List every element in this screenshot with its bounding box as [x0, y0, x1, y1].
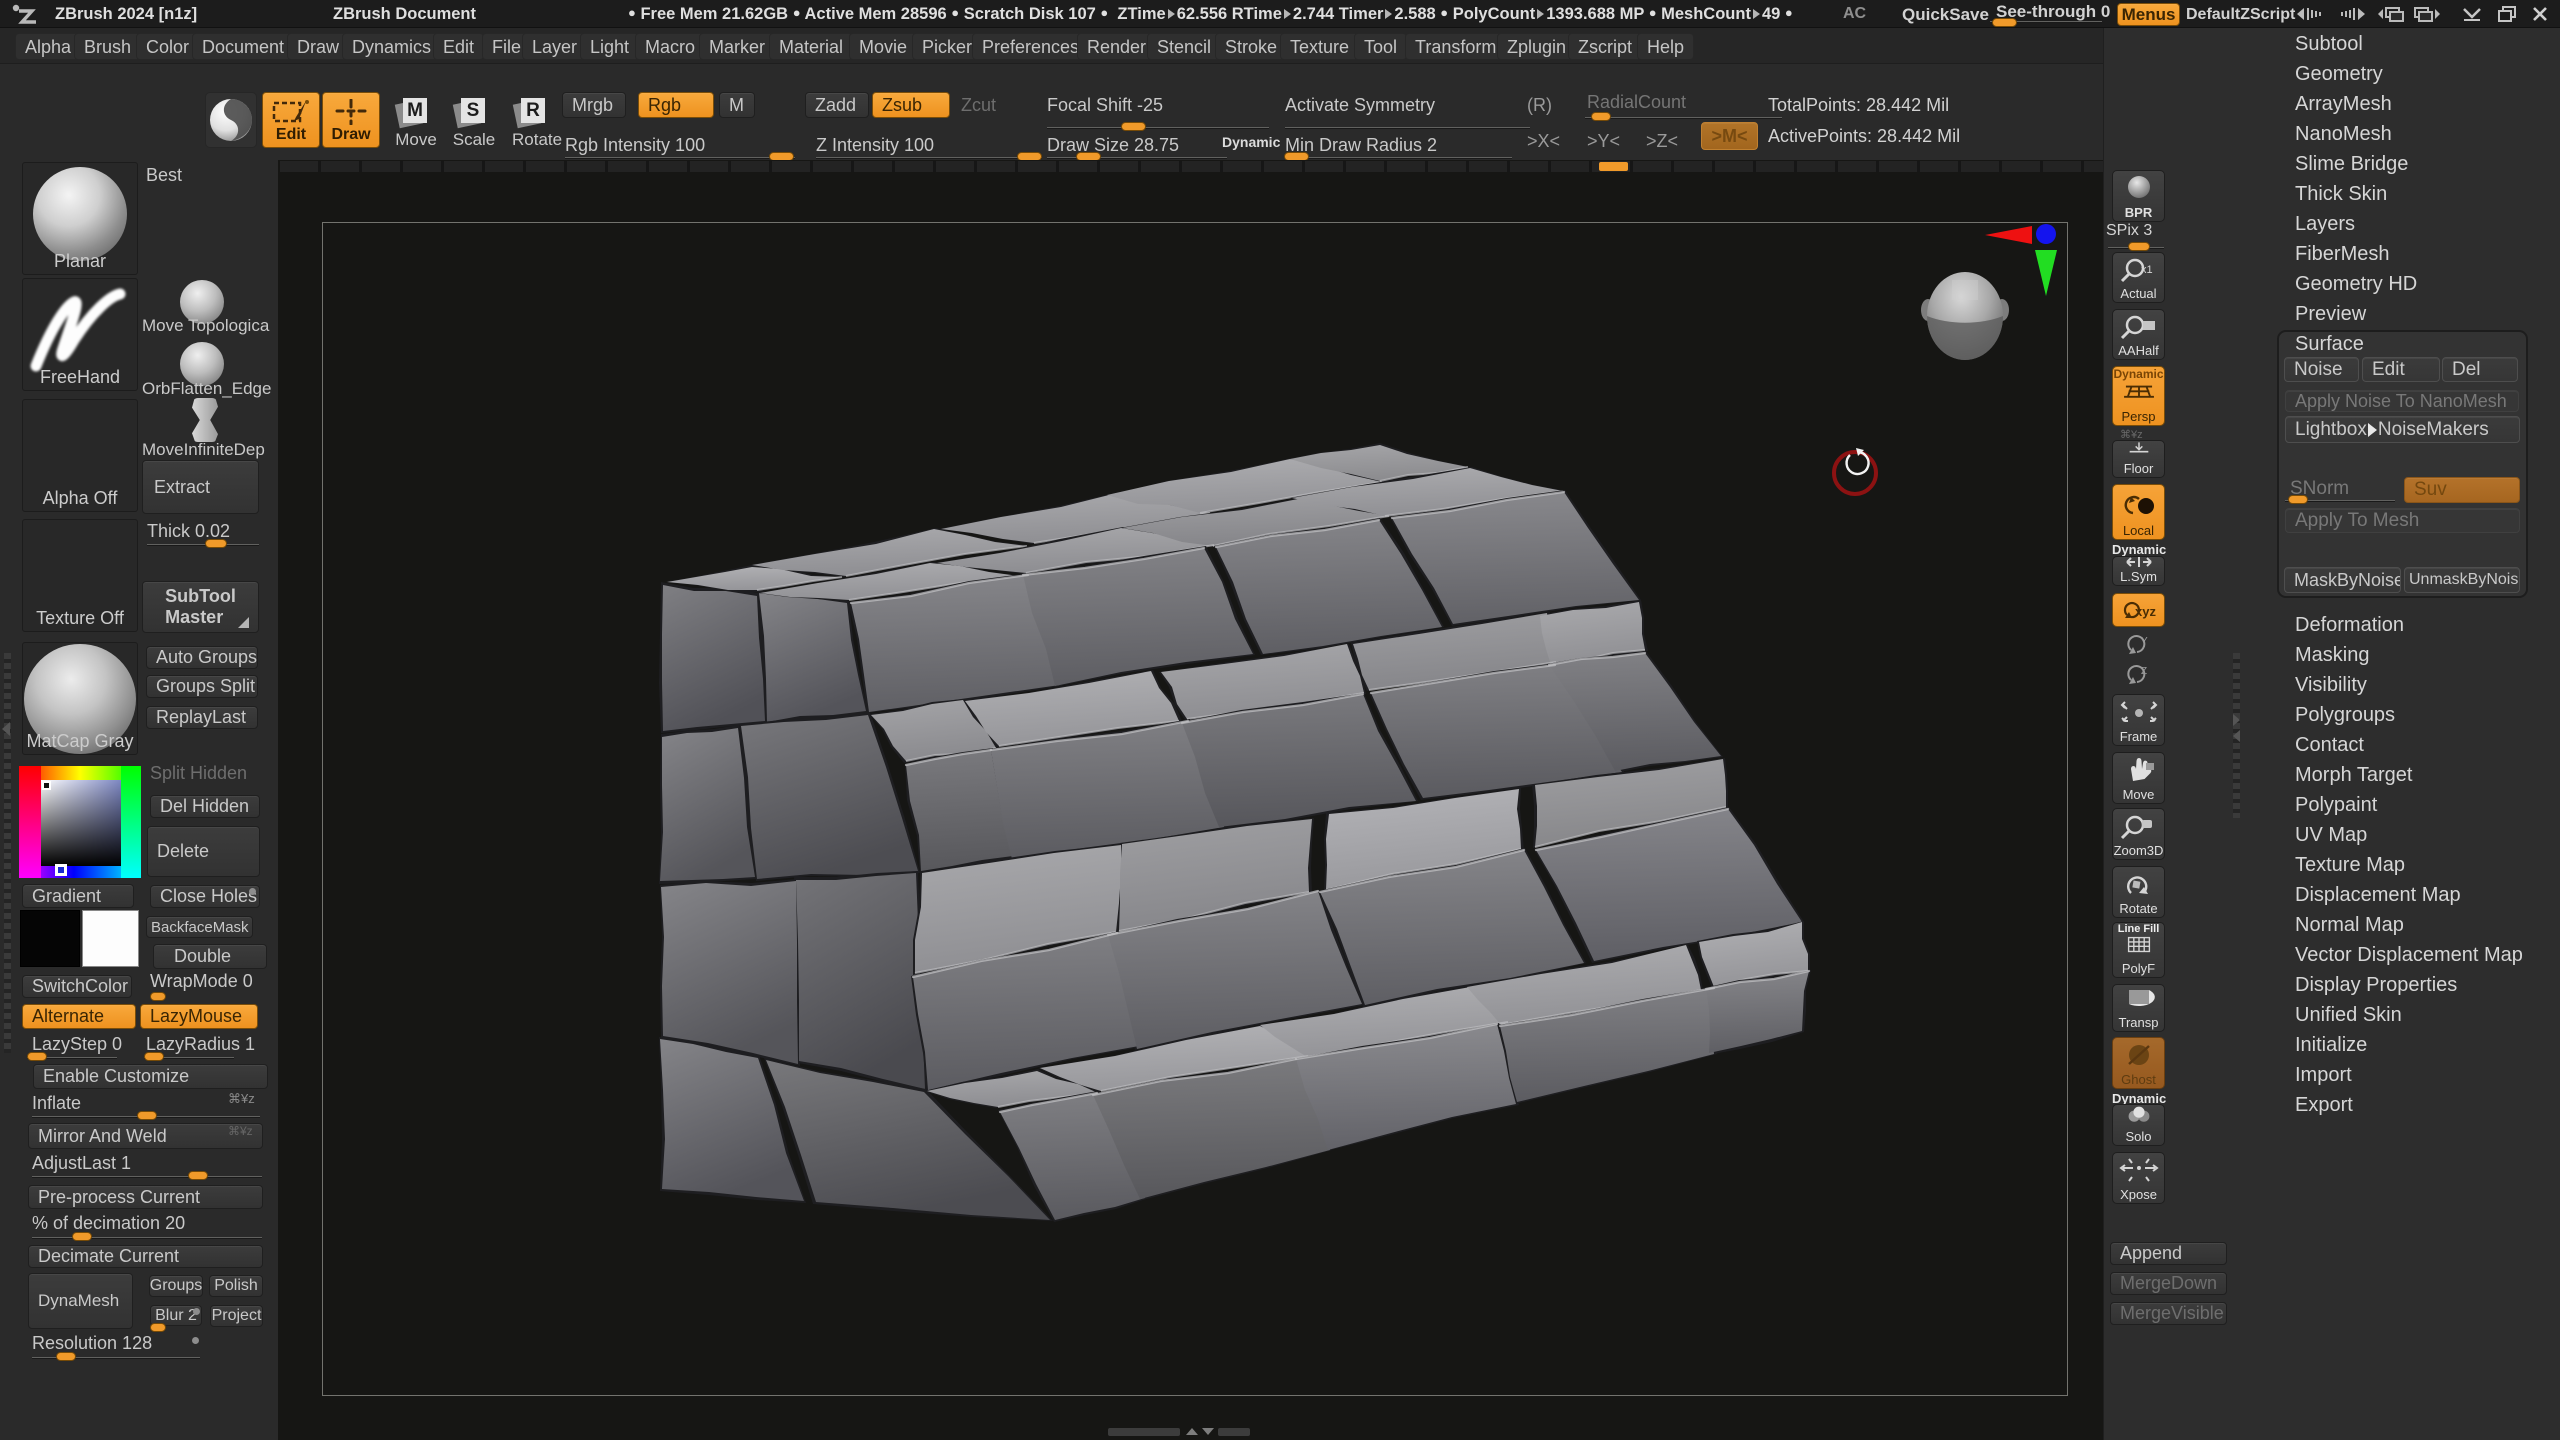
svg-text:Z: Z	[2141, 666, 2147, 677]
svg-text:Y: Y	[2141, 636, 2148, 647]
svg-text:x1: x1	[2141, 264, 2153, 276]
svg-text:xyz: xyz	[2135, 604, 2156, 619]
